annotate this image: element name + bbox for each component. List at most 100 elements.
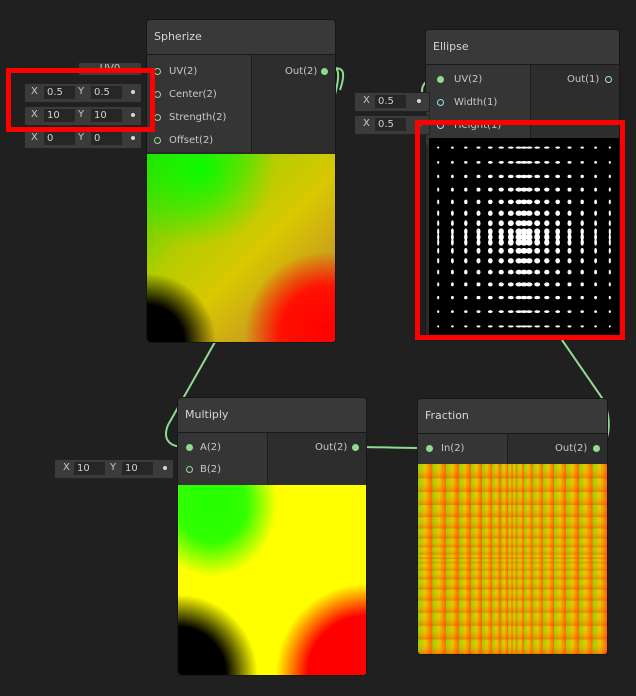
- multiply-b-y-input[interactable]: 10: [122, 462, 153, 475]
- fraction-cell-shade: [532, 464, 543, 479]
- port-dot-icon[interactable]: [154, 91, 161, 98]
- port-dot-icon[interactable]: [186, 466, 193, 473]
- fraction-cell-shade: [524, 547, 533, 555]
- fraction-cell-shade: [542, 559, 554, 564]
- offset-x-input[interactable]: 0: [44, 132, 75, 145]
- fraction-cell-shade: [524, 612, 533, 626]
- port-dot-icon[interactable]: [605, 76, 612, 83]
- fraction-cell-shade: [508, 517, 513, 529]
- multiply-node[interactable]: Multiply A(2) B(2) Out(2): [177, 397, 367, 676]
- fraction-output-out[interactable]: Out(2): [555, 442, 600, 456]
- fraction-cell-shade: [482, 464, 493, 479]
- fraction-cell-shade: [542, 600, 554, 613]
- port-dot-icon[interactable]: [593, 445, 600, 452]
- fraction-cell-shade: [512, 625, 517, 640]
- fraction-cell-shade: [532, 538, 543, 548]
- multiply-b-x-input[interactable]: 10: [74, 462, 105, 475]
- fraction-cell-shade: [524, 600, 533, 613]
- ellipse-width-field[interactable]: X 0.5: [354, 92, 430, 112]
- multiply-output-out[interactable]: Out(2): [315, 441, 359, 455]
- ellipse-width-input[interactable]: 0.5: [375, 95, 406, 108]
- port-dot-icon[interactable]: [437, 99, 444, 106]
- fraction-cell-shade: [512, 478, 517, 493]
- fraction-cell-shade: [501, 625, 509, 640]
- fraction-cell-shade: [482, 639, 493, 654]
- fraction-cell-shade: [508, 625, 513, 640]
- fraction-cell-shade: [532, 563, 543, 571]
- ellipse-node-title[interactable]: Ellipse: [426, 30, 619, 65]
- fraction-cell-shade: [516, 464, 524, 479]
- fraction-cell-shade: [566, 538, 579, 548]
- multiply-b-vector-field[interactable]: X 10 Y 10: [54, 459, 174, 479]
- port-dot-icon[interactable]: [426, 445, 433, 452]
- offset-y-input[interactable]: 0: [91, 132, 122, 145]
- fraction-cell-shade: [418, 478, 433, 493]
- ellipse-output-out[interactable]: Out(1): [567, 73, 612, 87]
- fraction-cell-shade: [524, 505, 533, 518]
- fraction-cell-shade: [579, 478, 593, 493]
- ellipse-height-input[interactable]: 0.5: [375, 118, 406, 131]
- fraction-cell-shade: [458, 478, 471, 493]
- fraction-cell-shade: [532, 554, 543, 559]
- fraction-cell-shade: [432, 625, 447, 640]
- fraction-cell-shade: [508, 554, 513, 559]
- fraction-cell-shade: [579, 579, 593, 590]
- fraction-cell-shade: [554, 478, 567, 493]
- fraction-cell-shade: [532, 517, 543, 529]
- fraction-cell-shade: [482, 478, 493, 493]
- connector-dot-icon: [131, 136, 135, 140]
- fraction-cell-shade: [579, 625, 593, 640]
- port-dot-icon[interactable]: [154, 137, 161, 144]
- fraction-cell-shade: [471, 639, 483, 654]
- fraction-cell-shade: [471, 492, 483, 506]
- fraction-cell-shade: [458, 538, 471, 548]
- fraction-cell-shade: [492, 579, 501, 590]
- offset-vector-field[interactable]: X 0 Y 0: [24, 129, 142, 149]
- fraction-node[interactable]: Fraction In(2) Out(2): [417, 398, 608, 655]
- fraction-cell-shade: [458, 639, 471, 654]
- fraction-cell-shade: [579, 612, 593, 626]
- fraction-cell-shade: [542, 538, 554, 548]
- fraction-node-title[interactable]: Fraction: [418, 399, 607, 434]
- fraction-cell-shade: [516, 639, 524, 654]
- fraction-cell-shade: [446, 505, 459, 518]
- fraction-cell-shade: [482, 554, 493, 559]
- fraction-cell-shade: [446, 538, 459, 548]
- fraction-cell-shade: [592, 547, 607, 555]
- fraction-cell-shade: [492, 554, 501, 559]
- fraction-cell-shade: [542, 554, 554, 559]
- port-dot-icon[interactable]: [154, 114, 161, 121]
- port-dot-icon[interactable]: [154, 68, 161, 75]
- port-dot-icon[interactable]: [437, 76, 444, 83]
- port-dot-icon[interactable]: [186, 444, 193, 451]
- fraction-cell-shade: [432, 579, 447, 590]
- fraction-cell-shade: [418, 600, 433, 613]
- fraction-cell-shade: [508, 505, 513, 518]
- fraction-cell-shade: [458, 554, 471, 559]
- port-dot-icon[interactable]: [352, 444, 359, 451]
- fraction-cell-shade: [432, 570, 447, 580]
- fraction-cell-shade: [516, 563, 524, 571]
- fraction-cell-shade: [501, 570, 509, 580]
- fraction-cell-shade: [592, 554, 607, 559]
- spherize-output-out[interactable]: Out(2): [285, 65, 328, 79]
- fraction-cell-shade: [516, 625, 524, 640]
- multiply-node-title[interactable]: Multiply: [178, 398, 366, 433]
- fraction-cell-shade: [592, 625, 607, 640]
- fraction-cell-shade: [554, 612, 567, 626]
- fraction-cell-shade: [524, 589, 533, 601]
- fraction-cell-shade: [592, 559, 607, 564]
- port-dot-icon[interactable]: [321, 68, 328, 75]
- fraction-cell-shade: [524, 639, 533, 654]
- fraction-cell-shade: [532, 589, 543, 601]
- fraction-cell-shade: [492, 464, 501, 479]
- fraction-cell-shade: [471, 505, 483, 518]
- fraction-cell-shade: [566, 559, 579, 564]
- fraction-cell-shade: [532, 478, 543, 493]
- fraction-cell-shade: [524, 528, 533, 539]
- fraction-cell-shade: [482, 492, 493, 506]
- spherize-node[interactable]: Spherize UV(2) Center(2) Strength(2) Off…: [146, 19, 336, 343]
- fraction-cell-shade: [532, 505, 543, 518]
- spherize-node-title[interactable]: Spherize: [147, 20, 335, 55]
- fraction-cell-shade: [482, 517, 493, 529]
